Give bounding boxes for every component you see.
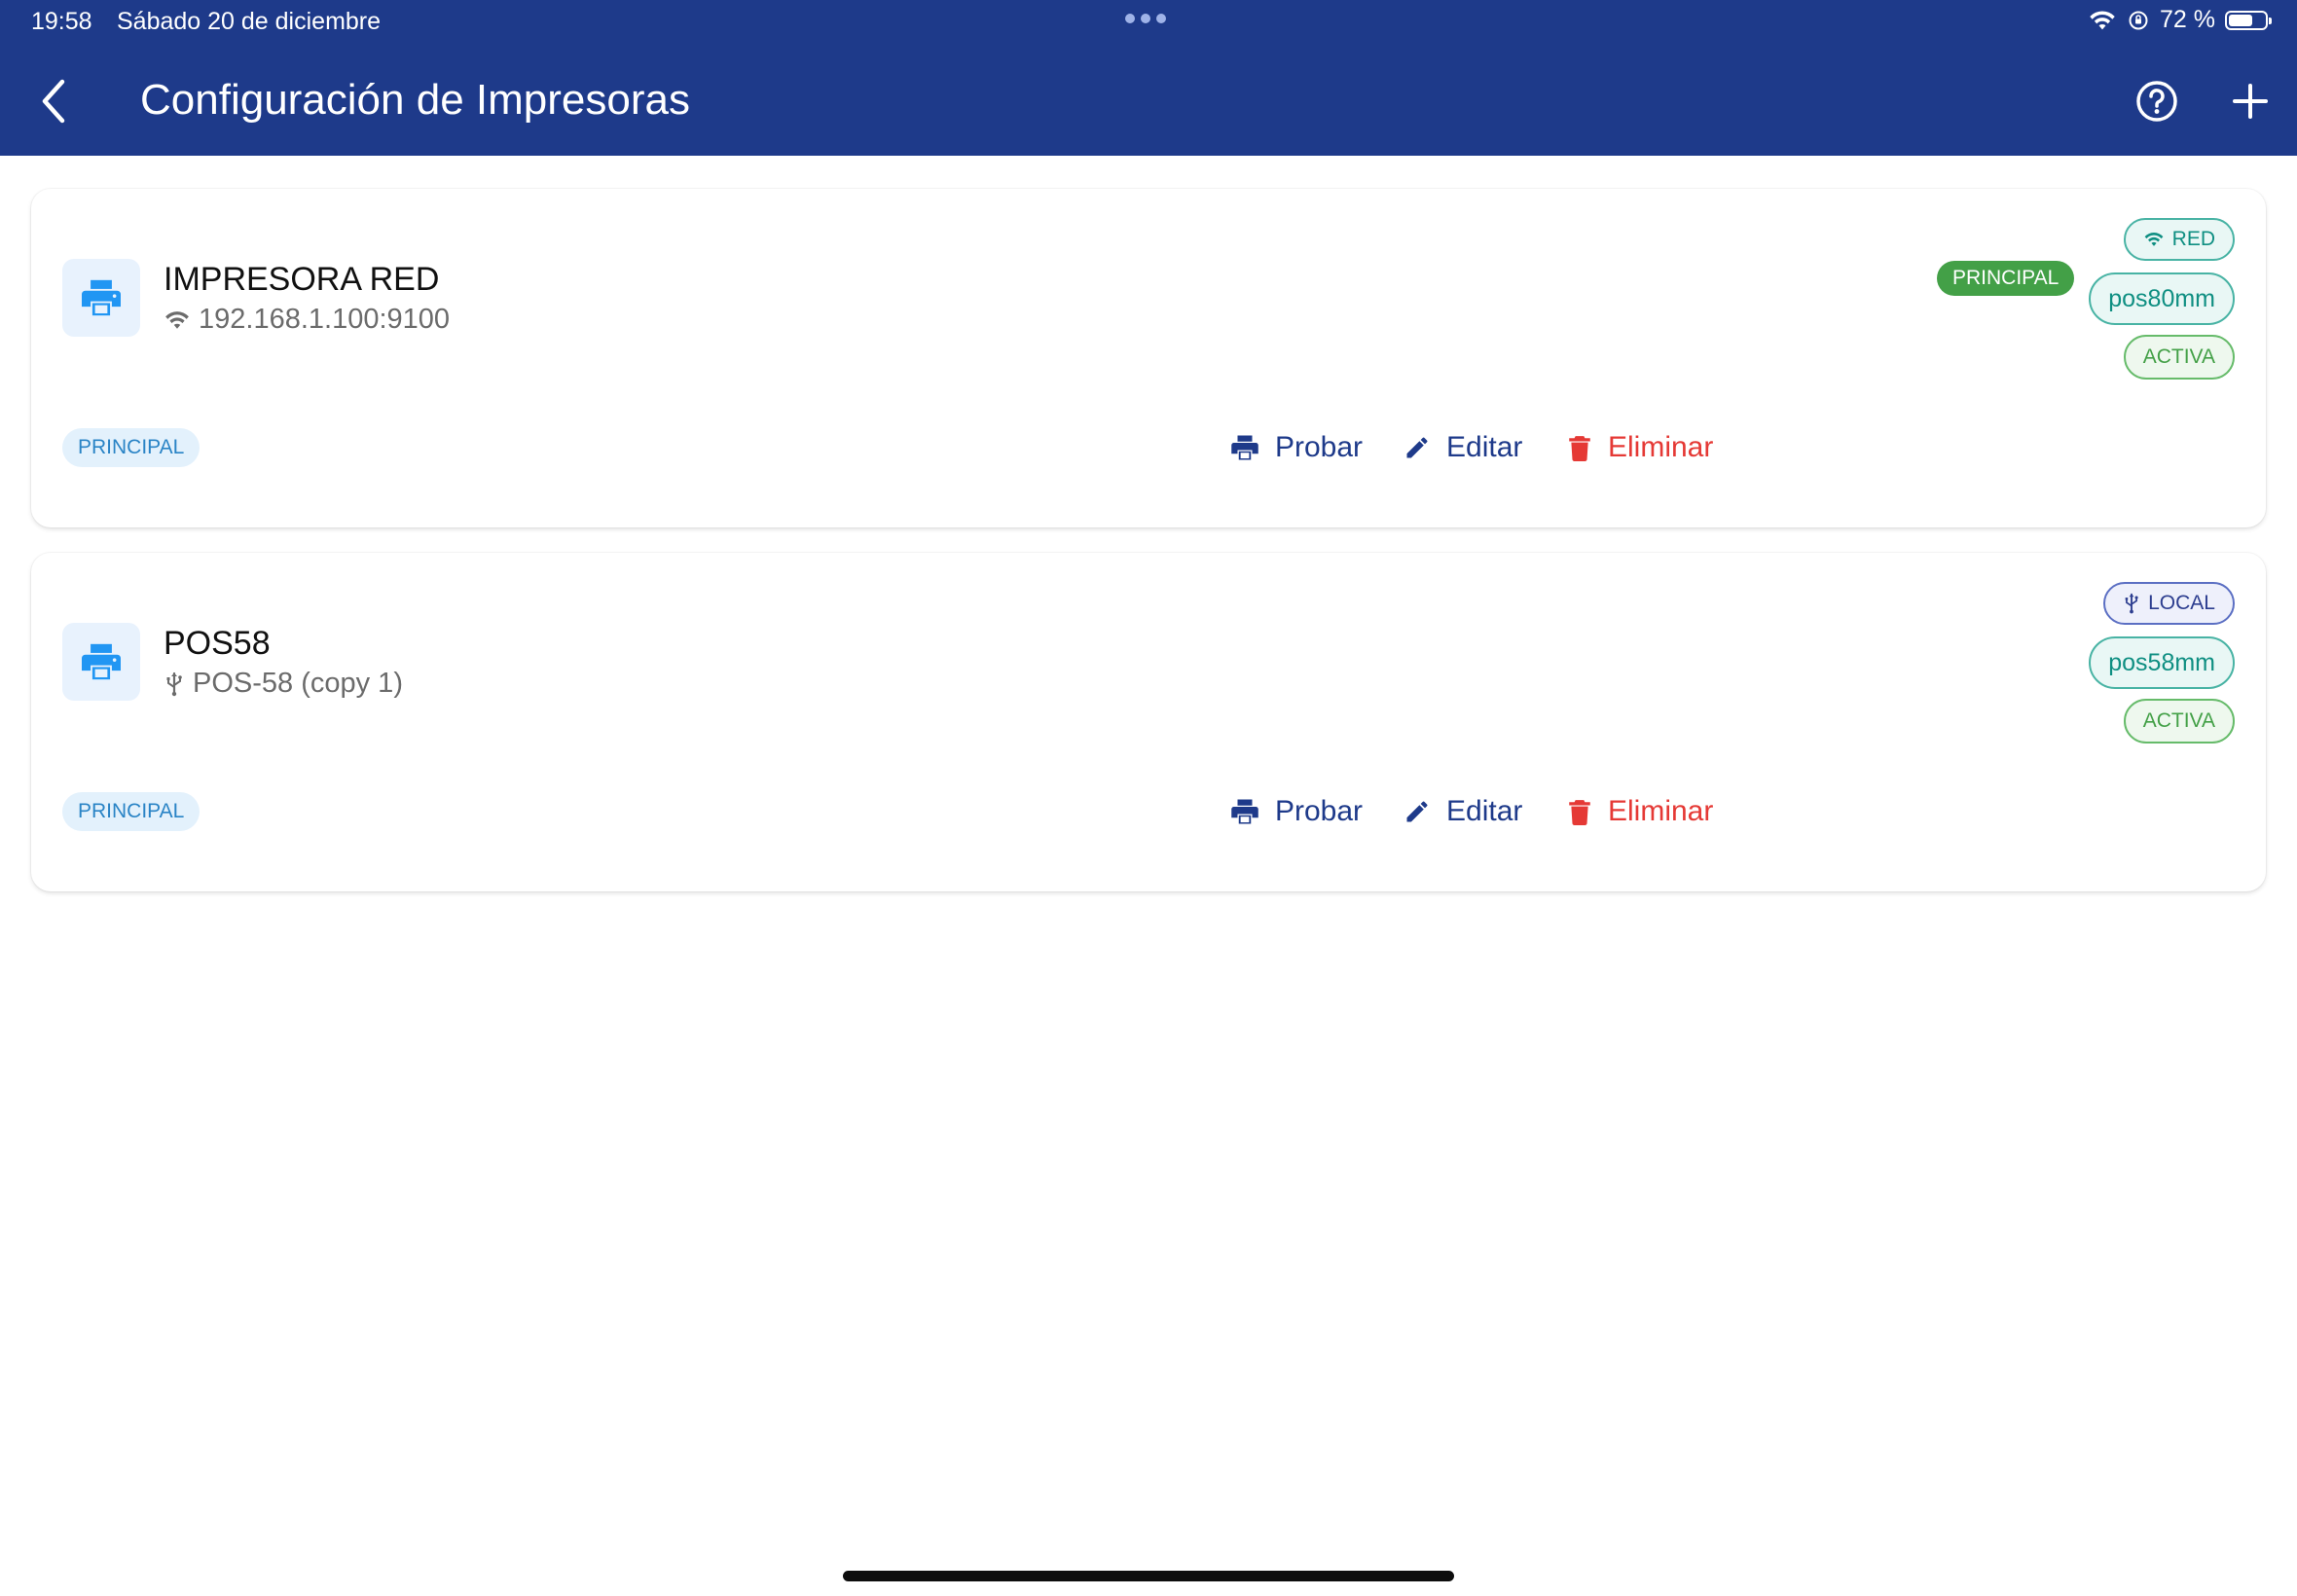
delete-button[interactable]: Eliminar: [1567, 790, 1713, 833]
printer-address-text: POS-58 (copy 1): [193, 668, 403, 699]
test-label: Probar: [1275, 431, 1364, 463]
orientation-lock-icon: [2129, 11, 2148, 29]
connection-chip: LOCAL: [2103, 582, 2235, 625]
status-chip: ACTIVA: [2123, 335, 2235, 380]
printer-card: IMPRESORA RED 192.168.1.100:9100 PRINCIP…: [31, 189, 2266, 527]
help-button[interactable]: [2135, 80, 2178, 123]
printer-name: POS58: [164, 625, 271, 662]
paper-size-chip: pos80mm: [2089, 272, 2235, 325]
role-chip: PRINCIPAL: [62, 428, 201, 467]
connection-chip: RED: [2123, 218, 2235, 261]
printer-icon: [62, 623, 140, 701]
wifi-icon: [2144, 233, 2164, 246]
edit-button[interactable]: Editar: [1404, 426, 1522, 469]
status-date: Sábado 20 de diciembre: [117, 8, 382, 35]
printer-card: POS58 POS-58 (copy 1) LOCAL pos58mm ACTI…: [31, 553, 2266, 891]
printer-name: IMPRESORA RED: [164, 261, 440, 298]
app-bar: 19:58 Sábado 20 de diciembre 72 % Config…: [0, 0, 2297, 156]
pencil-icon: [1406, 437, 1428, 458]
multitasking-dots-icon[interactable]: [1125, 14, 1166, 23]
edit-label: Editar: [1446, 795, 1523, 827]
wifi-icon: [165, 310, 189, 329]
principal-badge: PRINCIPAL: [1937, 261, 2075, 296]
page-title: Configuración de Impresoras: [140, 76, 690, 124]
home-indicator[interactable]: [843, 1571, 1454, 1581]
trash-icon: [1569, 800, 1590, 825]
printer-icon: [1231, 799, 1258, 824]
trash-icon: [1569, 436, 1590, 461]
edit-label: Editar: [1446, 431, 1523, 463]
status-time: 19:58: [31, 8, 92, 35]
printer-address: POS-58 (copy 1): [164, 668, 403, 700]
wifi-status-icon: [2090, 10, 2115, 29]
pencil-icon: [1406, 801, 1428, 822]
status-indicators: 72 %: [2088, 6, 2272, 34]
test-label: Probar: [1275, 795, 1364, 827]
printer-address: 192.168.1.100:9100: [164, 304, 450, 336]
battery-percent: 72 %: [2160, 6, 2215, 33]
status-chip: ACTIVA: [2123, 699, 2235, 744]
delete-button[interactable]: Eliminar: [1567, 426, 1713, 469]
usb-icon: [2125, 593, 2138, 614]
test-button[interactable]: Probar: [1230, 790, 1363, 833]
printer-address-text: 192.168.1.100:9100: [199, 304, 451, 335]
paper-size-chip: pos58mm: [2089, 636, 2235, 689]
edit-button[interactable]: Editar: [1404, 790, 1522, 833]
connection-label: LOCAL: [2148, 592, 2215, 614]
delete-label: Eliminar: [1608, 795, 1714, 827]
battery-icon: [2225, 10, 2272, 30]
printer-icon: [1231, 435, 1258, 460]
usb-icon: [166, 671, 182, 696]
back-button[interactable]: [33, 74, 76, 128]
connection-label: RED: [2171, 228, 2215, 250]
add-printer-button[interactable]: [2229, 78, 2272, 125]
delete-label: Eliminar: [1608, 431, 1714, 463]
printer-icon: [62, 259, 140, 337]
test-button[interactable]: Probar: [1230, 426, 1363, 469]
role-chip: PRINCIPAL: [62, 792, 201, 831]
